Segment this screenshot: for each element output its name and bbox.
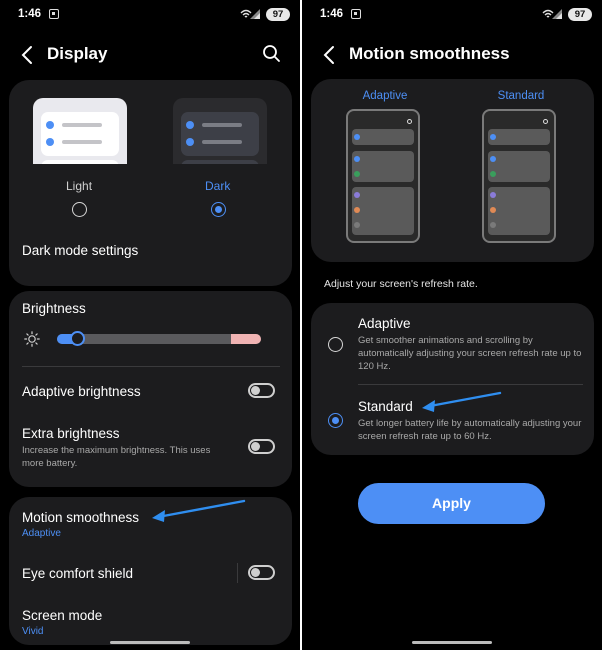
extra-brightness-label: Extra brightness (22, 426, 120, 441)
search-icon (407, 119, 412, 124)
signal-icon (250, 9, 260, 19)
light-theme-label: Light (66, 179, 93, 193)
dark-mode-settings-item[interactable]: Dark mode settings (22, 243, 138, 258)
standard-preview-label: Standard (497, 90, 545, 102)
adaptive-option[interactable]: Adaptive Get smoother animations and scr… (324, 316, 594, 378)
chevron-left-icon (21, 46, 32, 64)
battery-icon: 97 (568, 8, 592, 21)
chevron-left-icon (323, 46, 334, 64)
header: Motion smoothness (302, 42, 602, 68)
sun-icon (24, 331, 40, 352)
screenshot-icon (351, 9, 361, 19)
refresh-rate-hint: Adjust your screen's refresh rate. (324, 278, 478, 290)
adaptive-brightness-label: Adaptive brightness (22, 384, 141, 399)
adaptive-option-radio[interactable] (328, 337, 343, 352)
adaptive-brightness-toggle[interactable] (248, 383, 275, 398)
eye-comfort-shield-label[interactable]: Eye comfort shield (22, 566, 133, 581)
back-button[interactable] (320, 44, 340, 66)
annotation-arrow (152, 499, 246, 522)
eye-comfort-shield-toggle[interactable] (248, 565, 275, 580)
adaptive-phone-preview (346, 109, 420, 243)
brightness-slider-extra-range (231, 334, 261, 344)
header: Display (0, 42, 300, 68)
brightness-title: Brightness (22, 301, 86, 316)
light-theme-radio[interactable] (72, 202, 87, 217)
search-button[interactable] (262, 44, 282, 64)
screen-mode-label: Screen mode (22, 608, 103, 623)
motion-smoothness-value: Adaptive (22, 528, 61, 539)
status-bar: 1:46 97 (302, 6, 602, 24)
dark-theme-label: Dark (205, 179, 231, 193)
screen-mode-item[interactable]: Screen mode Vivid (22, 608, 102, 637)
search-icon (263, 45, 280, 62)
dark-theme-preview[interactable] (173, 98, 267, 164)
battery-icon: 97 (266, 8, 290, 21)
apply-button[interactable]: Apply (358, 483, 545, 524)
adaptive-option-title: Adaptive (358, 316, 411, 331)
page-title: Display (47, 44, 108, 63)
dark-theme-radio[interactable] (211, 202, 226, 217)
status-time: 1:46 (320, 8, 344, 20)
light-theme-preview[interactable] (33, 98, 127, 164)
back-button[interactable] (18, 44, 38, 66)
signal-icon (552, 9, 562, 19)
page-title: Motion smoothness (349, 44, 510, 63)
screenshot-icon (49, 9, 59, 19)
extra-brightness-item[interactable]: Extra brightness Increase the maximum br… (22, 426, 234, 470)
extra-brightness-desc: Increase the maximum brightness. This us… (22, 445, 211, 469)
annotation-arrow (422, 391, 502, 412)
gesture-bar (110, 641, 190, 644)
divider (237, 563, 238, 583)
status-time: 1:46 (18, 8, 42, 20)
brightness-slider[interactable] (57, 331, 261, 346)
status-bar: 1:46 97 (0, 6, 300, 24)
motion-smoothness-screen: 1:46 97 Motion smoothness Adaptive Stand… (302, 0, 602, 650)
adaptive-option-desc: Get smoother animations and scrolling by… (358, 335, 582, 372)
display-settings-screen: 1:46 97 Display Light Dark Dark mode set… (0, 0, 300, 650)
motion-smoothness-label: Motion smoothness (22, 510, 140, 525)
theme-card: Light Dark Dark mode settings (9, 80, 292, 286)
adaptive-preview-label: Adaptive (362, 90, 408, 102)
brightness-slider-handle[interactable] (70, 331, 86, 346)
motion-smoothness-item[interactable]: Motion smoothness Adaptive (22, 510, 139, 539)
search-icon (543, 119, 548, 124)
standard-option-desc: Get longer battery life by automatically… (358, 418, 582, 442)
gesture-bar (412, 641, 492, 644)
screen-mode-value: Vivid (22, 626, 44, 637)
extra-brightness-toggle[interactable] (248, 439, 275, 454)
standard-phone-preview (482, 109, 556, 243)
standard-option-radio[interactable] (328, 413, 343, 428)
